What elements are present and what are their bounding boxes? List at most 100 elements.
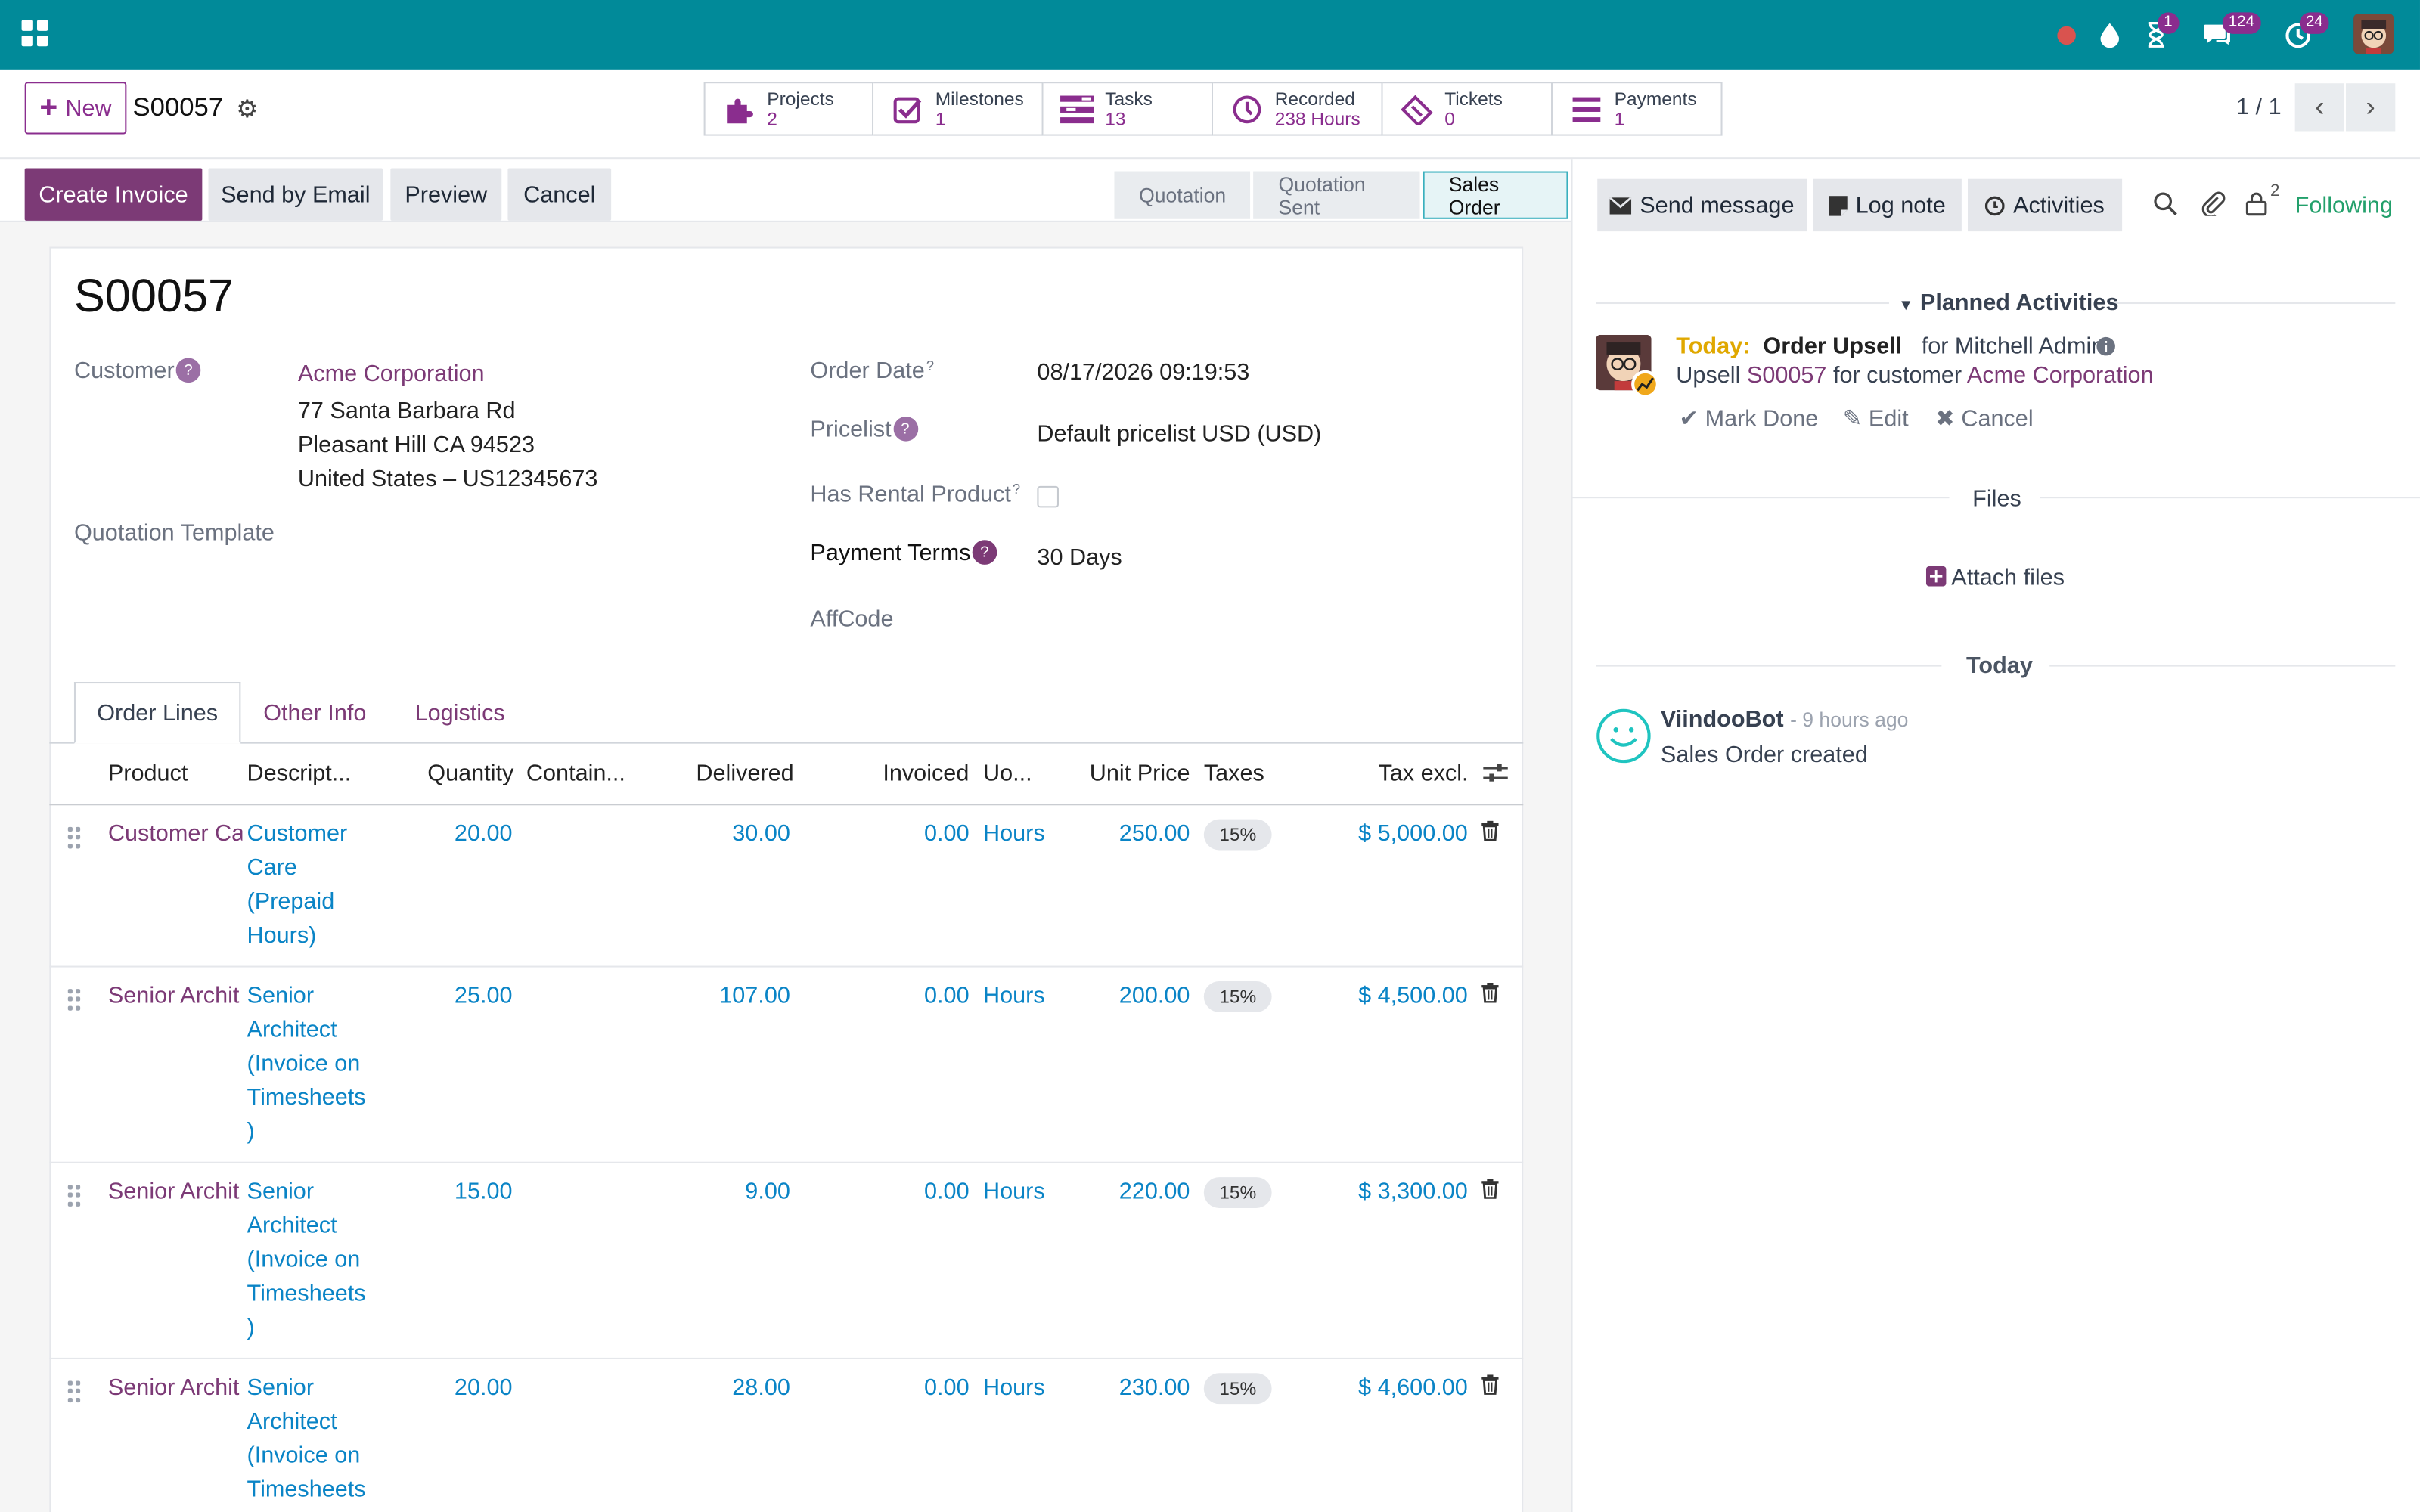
row-delivered[interactable]: 9.00 xyxy=(664,1176,790,1210)
row-product[interactable]: Customer Ca xyxy=(108,818,243,852)
row-tax-tag[interactable]: 15% xyxy=(1203,1177,1272,1208)
col-quantity[interactable]: Quantity xyxy=(427,761,513,787)
optional-columns-icon[interactable] xyxy=(1483,762,1508,790)
help-icon[interactable]: ? xyxy=(972,540,997,565)
col-container[interactable]: Contain... xyxy=(526,761,625,787)
row-product[interactable]: Senior Archit xyxy=(108,980,243,1014)
row-quantity[interactable]: 20.00 xyxy=(402,1371,513,1405)
row-description[interactable]: Customer Care (Prepaid Hours) xyxy=(247,818,386,954)
row-product[interactable]: Senior Archit xyxy=(108,1176,243,1210)
row-drag-handle[interactable] xyxy=(67,826,81,849)
row-tax-tag[interactable]: 15% xyxy=(1203,981,1272,1012)
activity-customer-link[interactable]: Acme Corporation xyxy=(1967,363,2154,389)
tab-order-lines[interactable]: Order Lines xyxy=(73,682,241,744)
stage-sales-order[interactable]: Sales Order xyxy=(1423,171,1568,219)
create-invoice-button[interactable]: Create Invoice xyxy=(24,168,203,221)
row-unit-price[interactable]: 230.00 xyxy=(1065,1371,1190,1405)
row-quantity[interactable]: 15.00 xyxy=(402,1176,513,1210)
trash-icon[interactable] xyxy=(1481,982,1499,1008)
col-invoiced[interactable]: Invoiced xyxy=(883,761,969,787)
row-quantity[interactable]: 25.00 xyxy=(402,980,513,1014)
pager-next-button[interactable]: › xyxy=(2346,83,2396,132)
row-description[interactable]: Senior Architect (Invoice on Timesheets) xyxy=(247,980,386,1149)
activities-button[interactable]: Activities xyxy=(1968,178,2123,232)
col-taxes[interactable]: Taxes xyxy=(1204,761,1264,787)
col-uom[interactable]: Uo... xyxy=(983,761,1032,787)
attach-files-button[interactable]: Attach files xyxy=(1925,565,2065,591)
row-drag-handle[interactable] xyxy=(67,1380,81,1403)
row-product[interactable]: Senior Archit xyxy=(108,1371,243,1405)
activities-clock-icon[interactable] xyxy=(2281,0,2315,70)
droplet-icon[interactable] xyxy=(2096,0,2124,70)
recorded-smart-button[interactable]: Recorded 238 Hours xyxy=(1213,82,1383,136)
followers-lock-icon[interactable] xyxy=(2245,191,2267,222)
col-delivered[interactable]: Delivered xyxy=(696,761,793,787)
pager-value[interactable]: 1 / 1 xyxy=(2236,94,2282,120)
row-unit-price[interactable]: 220.00 xyxy=(1065,1176,1190,1210)
row-drag-handle[interactable] xyxy=(67,1185,81,1207)
activity-order-link[interactable]: S00057 xyxy=(1747,363,1827,389)
row-uom[interactable]: Hours xyxy=(983,980,1045,1014)
row-unit-price[interactable]: 200.00 xyxy=(1065,980,1190,1014)
row-uom[interactable]: Hours xyxy=(983,818,1045,852)
cancel-activity-button[interactable]: ✖ Cancel xyxy=(1935,404,2033,432)
row-tax-tag[interactable]: 15% xyxy=(1203,819,1272,850)
order-date-field[interactable]: 08/17/2026 09:19:53 xyxy=(1037,360,1249,386)
help-icon[interactable]: ? xyxy=(175,358,201,383)
help-icon[interactable]: ? xyxy=(892,417,918,442)
pricelist-field[interactable]: Default pricelist USD (USD) xyxy=(1037,421,1321,448)
timer-hourglass-icon[interactable] xyxy=(2141,0,2172,70)
row-description[interactable]: Senior Architect (Invoice on Timesheets) xyxy=(247,1176,386,1345)
cancel-order-button[interactable]: Cancel xyxy=(507,168,612,221)
rental-checkbox[interactable] xyxy=(1037,485,1059,508)
row-delivered[interactable]: 28.00 xyxy=(664,1371,790,1405)
row-uom[interactable]: Hours xyxy=(983,1176,1045,1210)
messages-icon[interactable] xyxy=(2201,0,2235,70)
send-message-button[interactable]: Send message xyxy=(1597,178,1807,232)
payments-smart-button[interactable]: Payments 1 xyxy=(1553,82,1723,136)
new-button[interactable]: + New xyxy=(24,82,127,135)
stage-quotation[interactable]: Quotation xyxy=(1114,171,1251,219)
customer-field[interactable]: Acme Corporation xyxy=(298,361,485,388)
edit-activity-button[interactable]: ✎ Edit xyxy=(1843,404,1909,432)
gear-icon[interactable]: ⚙ xyxy=(236,94,258,125)
tab-logistics[interactable]: Logistics xyxy=(389,682,531,744)
trash-icon[interactable] xyxy=(1481,1179,1499,1204)
row-delivered[interactable]: 107.00 xyxy=(664,980,790,1014)
following-button[interactable]: Following xyxy=(2295,193,2393,219)
projects-smart-button[interactable]: Projects 2 xyxy=(703,82,874,136)
info-icon[interactable] xyxy=(2096,336,2116,363)
recording-status-icon[interactable] xyxy=(2052,0,2080,70)
paperclip-icon[interactable] xyxy=(2201,191,2226,222)
row-tax-tag[interactable]: 15% xyxy=(1203,1373,1272,1405)
payment-terms-field[interactable]: 30 Days xyxy=(1037,544,1122,571)
row-drag-handle[interactable] xyxy=(67,989,81,1011)
send-by-email-button[interactable]: Send by Email xyxy=(208,168,383,221)
row-unit-price[interactable]: 250.00 xyxy=(1065,818,1190,852)
tasks-smart-button[interactable]: Tasks 13 xyxy=(1043,82,1214,136)
log-note-button[interactable]: Log note xyxy=(1813,178,1962,232)
stage-quotation-sent[interactable]: Quotation Sent xyxy=(1253,171,1419,219)
user-avatar[interactable] xyxy=(2353,14,2394,54)
col-product[interactable]: Product xyxy=(108,761,188,787)
help-icon[interactable]: ? xyxy=(926,358,934,373)
search-icon[interactable] xyxy=(2153,191,2178,222)
mark-done-button[interactable]: ✔ Mark Done xyxy=(1679,404,1818,432)
apps-menu-icon[interactable] xyxy=(21,20,48,47)
col-tax-excl[interactable]: Tax excl. xyxy=(1378,761,1468,787)
col-unit-price[interactable]: Unit Price xyxy=(1090,761,1190,787)
row-description[interactable]: Senior Architect (Invoice on Timesheets xyxy=(247,1371,386,1507)
preview-button[interactable]: Preview xyxy=(390,168,502,221)
tab-other-info[interactable]: Other Info xyxy=(247,682,383,744)
trash-icon[interactable] xyxy=(1481,1374,1499,1399)
planned-activities-toggle[interactable]: ▼ Planned Activities xyxy=(1898,290,2118,317)
help-icon[interactable]: ? xyxy=(1013,482,1020,497)
tickets-smart-button[interactable]: Tickets 0 xyxy=(1382,82,1553,136)
col-description[interactable]: Descript... xyxy=(247,761,352,787)
row-delivered[interactable]: 30.00 xyxy=(664,818,790,852)
trash-icon[interactable] xyxy=(1481,820,1499,846)
bot-author[interactable]: ViindooBot xyxy=(1661,707,1784,733)
row-uom[interactable]: Hours xyxy=(983,1371,1045,1405)
row-quantity[interactable]: 20.00 xyxy=(402,818,513,852)
milestones-smart-button[interactable]: Milestones 1 xyxy=(873,82,1044,136)
